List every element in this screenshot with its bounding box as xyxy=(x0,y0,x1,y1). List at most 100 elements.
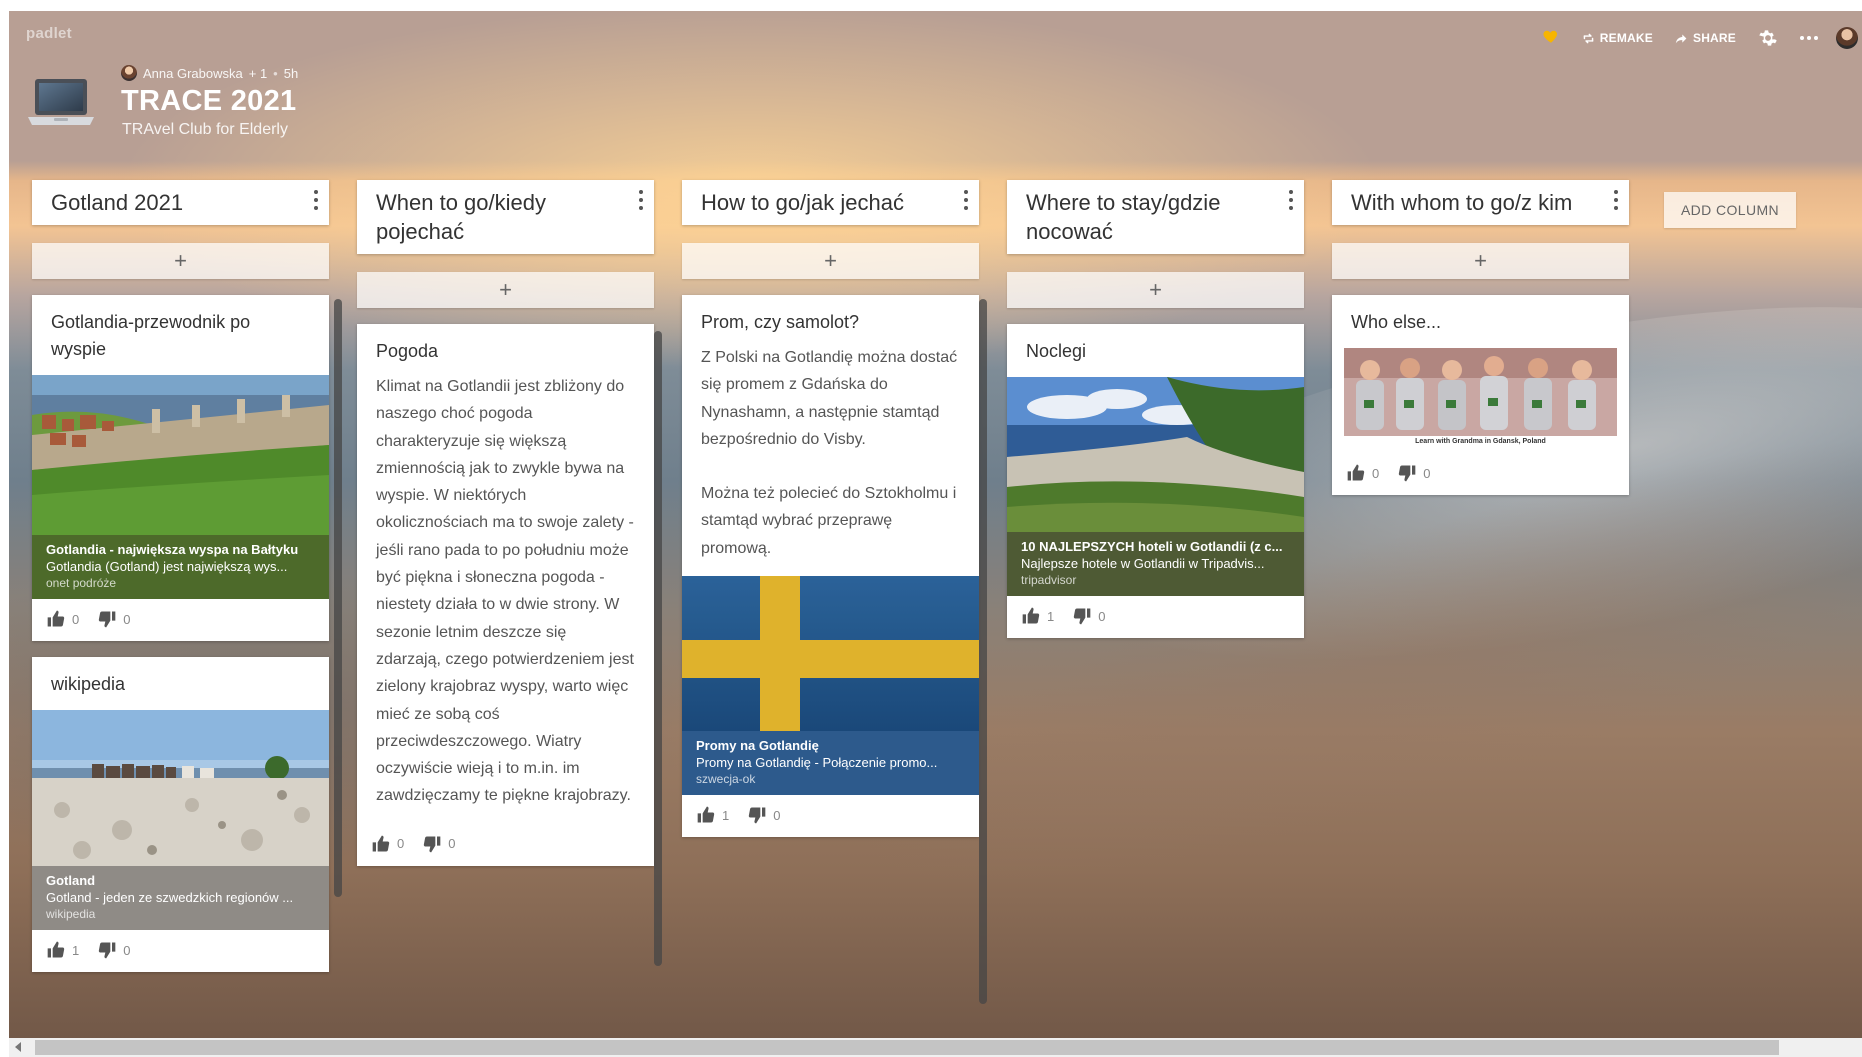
toolbar: REMAKE SHARE xyxy=(1542,25,1862,51)
add-post-button[interactable]: + xyxy=(1332,243,1629,279)
remake-icon xyxy=(1583,33,1594,43)
attachment-caption: Gotland Gotland - jeden ze szwedzkich re… xyxy=(32,866,329,930)
thumbs-down-icon xyxy=(424,836,441,853)
add-post-button[interactable]: + xyxy=(1007,272,1304,308)
attachment-caption: 10 NAJLEPSZYCH hoteli w Gotlandii (z c..… xyxy=(1007,532,1304,596)
heart-icon[interactable] xyxy=(1542,27,1560,50)
share-label: SHARE xyxy=(1692,31,1736,45)
dislike-button[interactable]: 0 xyxy=(1072,606,1105,626)
post-title: Who else... xyxy=(1351,312,1442,332)
column-where-to-stay: Where to stay/gdzie nocować + Noclegi 10… xyxy=(1007,180,1304,638)
thumbs-down-icon xyxy=(99,942,116,959)
column-menu-icon[interactable] xyxy=(313,190,319,210)
column-title[interactable]: Gotland 2021 xyxy=(51,190,183,215)
column-header: Where to stay/gdzie nocować xyxy=(1007,180,1304,254)
post-card[interactable]: Prom, czy samolot? Z Polski na Gotlandię… xyxy=(682,295,979,838)
column-title[interactable]: With whom to go/z kim xyxy=(1351,190,1572,215)
like-button[interactable]: 1 xyxy=(1021,606,1054,626)
post-reactions: 1 0 xyxy=(682,795,979,837)
remake-button[interactable]: REMAKE xyxy=(1582,31,1653,45)
post-card[interactable]: Who else... Learn with Grandma in Gdansk… xyxy=(1332,295,1629,495)
post-card[interactable]: Gotlandia-przewodnik po wyspie Gotlandia… xyxy=(32,295,329,641)
dislike-count: 0 xyxy=(448,836,456,852)
thumbs-up-icon xyxy=(47,610,65,627)
attachment-source: onet podróże xyxy=(46,576,117,590)
column-header: Gotland 2021 xyxy=(32,180,329,225)
dislike-button[interactable]: 0 xyxy=(422,834,455,854)
column-title[interactable]: How to go/jak jechać xyxy=(701,190,904,215)
horizontal-scrollbar[interactable] xyxy=(9,1038,1862,1057)
post-reactions: 0 0 xyxy=(1332,453,1629,495)
dislike-count: 0 xyxy=(1423,465,1431,481)
share-icon xyxy=(1675,33,1687,43)
post-card[interactable]: Noclegi 10 NAJLEPSZYCH hoteli w Gotlandi… xyxy=(1007,324,1304,638)
dislike-count: 0 xyxy=(123,942,131,958)
share-button[interactable]: SHARE xyxy=(1675,31,1736,45)
column-menu-icon[interactable] xyxy=(963,190,969,210)
like-button[interactable]: 0 xyxy=(1346,463,1379,483)
column-how-to-go: How to go/jak jechać + Prom, czy samolot… xyxy=(682,180,979,838)
like-count: 1 xyxy=(72,942,80,958)
attachment-title: Gotlandia - największa wyspa na Bałtyku xyxy=(46,542,299,557)
dislike-button[interactable]: 0 xyxy=(747,805,780,825)
attachment-title: Gotland xyxy=(46,873,96,888)
like-button[interactable]: 0 xyxy=(46,609,79,629)
column-scrollbar[interactable] xyxy=(334,299,342,897)
dislike-count: 0 xyxy=(123,611,131,627)
dislike-button[interactable]: 0 xyxy=(1397,463,1430,483)
more-icon[interactable] xyxy=(1800,36,1818,40)
author-avatar xyxy=(121,65,137,81)
attachment-description: Gotland - jeden ze szwedzkich regionów .… xyxy=(46,890,294,905)
column-menu-icon[interactable] xyxy=(638,190,644,210)
attachment-image-gotland-shore xyxy=(32,710,329,866)
like-button[interactable]: 0 xyxy=(371,834,404,854)
column-title[interactable]: Where to stay/gdzie nocować xyxy=(1026,190,1220,244)
attachment-title: 10 NAJLEPSZYCH hoteli w Gotlandii (z c..… xyxy=(1021,539,1283,554)
attachment-description: Promy na Gotlandię - Połączenie promo... xyxy=(696,755,938,771)
column-title[interactable]: When to go/kiedy pojechać xyxy=(376,190,546,244)
collaborator-count[interactable]: + 1 xyxy=(249,66,267,81)
scrollbar-thumb[interactable] xyxy=(35,1040,1779,1055)
attachment-source: szwecja-ok xyxy=(696,772,756,787)
attachment-caption: Promy na Gotlandię Promy na Gotlandię - … xyxy=(682,731,979,796)
attachment-image-visby-walls xyxy=(32,375,329,535)
column-scrollbar[interactable] xyxy=(979,299,987,1004)
like-button[interactable]: 1 xyxy=(46,940,79,960)
add-post-button[interactable]: + xyxy=(357,272,654,308)
dislike-button[interactable]: 0 xyxy=(97,609,130,629)
gear-icon[interactable] xyxy=(1758,28,1778,48)
thumbs-up-icon xyxy=(372,835,390,852)
attachment-caption: Gotlandia - największa wyspa na Bałtyku … xyxy=(32,535,329,599)
board-subtitle: TRAvel Club for Elderly xyxy=(122,121,288,138)
post-body: Z Polski na Gotlandię można dostać się p… xyxy=(682,344,979,576)
post-card[interactable]: wikipedia Gotland Gotland - jeden ze szw… xyxy=(32,657,329,972)
like-button[interactable]: 1 xyxy=(696,805,729,825)
column-scrollbar[interactable] xyxy=(654,331,662,966)
post-body-text: Z Polski na Gotlandię można dostać się p… xyxy=(701,349,958,448)
user-avatar[interactable] xyxy=(1836,27,1858,49)
column-menu-icon[interactable] xyxy=(1288,190,1294,210)
add-column-button[interactable]: ADD COLUMN xyxy=(1664,192,1796,228)
link-attachment[interactable]: Promy na Gotlandię Promy na Gotlandię - … xyxy=(682,576,979,796)
meta-separator: • xyxy=(273,65,278,81)
scroll-left-arrow-icon[interactable] xyxy=(15,1042,21,1052)
like-count: 1 xyxy=(722,807,730,823)
dislike-button[interactable]: 0 xyxy=(97,940,130,960)
padlet-logo[interactable]: padlet xyxy=(26,25,72,42)
add-post-button[interactable]: + xyxy=(682,243,979,279)
post-reactions: 1 0 xyxy=(1007,596,1304,638)
add-post-button[interactable]: + xyxy=(32,243,329,279)
link-attachment[interactable]: Gotland Gotland - jeden ze szwedzkich re… xyxy=(32,710,329,930)
board-meta: Anna Grabowska + 1 • 5h xyxy=(121,65,298,81)
image-attachment[interactable]: Learn with Grandma in Gdansk, Poland xyxy=(1332,348,1629,453)
post-body-text: Można też polecieć do Sztokholmu i stamt… xyxy=(701,485,957,557)
link-attachment[interactable]: Gotlandia - największa wyspa na Bałtyku … xyxy=(32,375,329,599)
column-menu-icon[interactable] xyxy=(1613,190,1619,210)
column-gotland-2021: Gotland 2021 + Gotlandia-przewodnik po w… xyxy=(32,180,329,972)
post-card[interactable]: Pogoda Klimat na Gotlandii jest zbliżony… xyxy=(357,324,654,866)
link-attachment[interactable]: 10 NAJLEPSZYCH hoteli w Gotlandii (z c..… xyxy=(1007,377,1304,596)
like-count: 0 xyxy=(72,611,80,627)
column-with-whom: With whom to go/z kim + Who else... Lear… xyxy=(1332,180,1629,495)
padlet-board: padlet REMAKE SHARE Anna Grabowska + 1 •… xyxy=(9,11,1862,1057)
author-name[interactable]: Anna Grabowska xyxy=(143,66,243,81)
